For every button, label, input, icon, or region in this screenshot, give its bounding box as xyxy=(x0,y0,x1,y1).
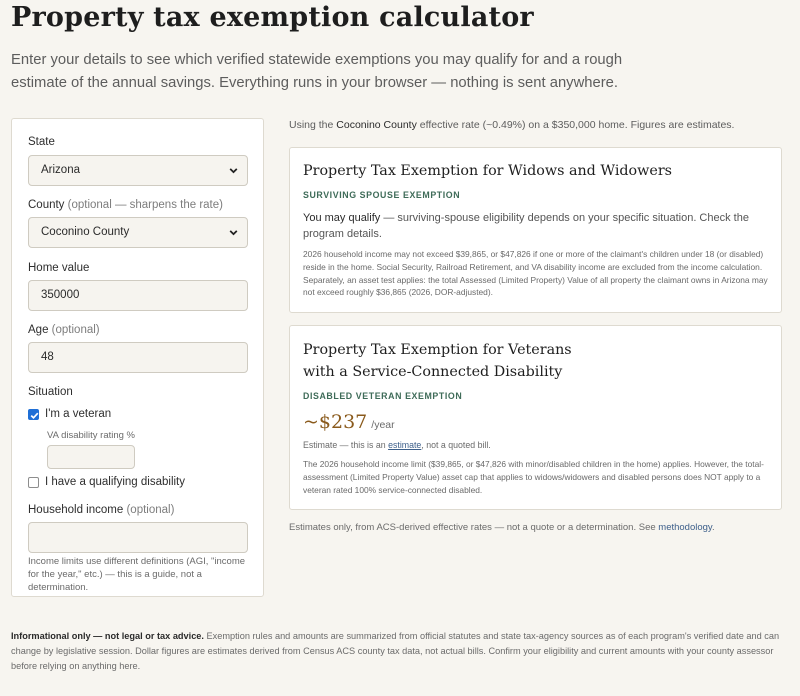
card-title-line1: Property Tax Exemption for Veterans xyxy=(303,342,572,358)
va-rating-label: VA disability rating % xyxy=(47,430,136,441)
rate-summary: Using the Coconino County effective rate… xyxy=(289,119,734,131)
estimates-note-prefix: Estimates only, from ACS-derived effecti… xyxy=(289,522,656,533)
estimate-link[interactable]: estimate xyxy=(388,440,421,450)
card-tag: SURVIVING SPOUSE EXEMPTION xyxy=(303,190,461,200)
card-detail-text: 2026 household income may not exceed $39… xyxy=(303,249,768,298)
checkmark-icon xyxy=(30,412,39,420)
card-title: Property Tax Exemption for Widows and Wi… xyxy=(303,163,673,179)
disability-checkbox[interactable] xyxy=(28,477,39,488)
chevron-down-icon xyxy=(229,168,238,174)
county-select-value: Coconino County xyxy=(41,226,130,238)
estimate-note-suffix: , not a quoted bill. xyxy=(421,440,491,450)
county-label-text: County xyxy=(28,199,65,211)
estimate-amount: ~$237/year xyxy=(303,411,395,433)
age-label: Age (optional) xyxy=(28,324,100,336)
county-label: County (optional — sharpens the rate) xyxy=(28,199,223,211)
county-select[interactable]: Coconino County xyxy=(28,217,248,248)
card-title-line2: with a Service-Connected Disability xyxy=(303,364,563,380)
estimate-note: Estimate — this is an estimate, not a qu… xyxy=(303,440,491,450)
chevron-down-icon xyxy=(229,230,238,236)
result-card-surviving-spouse: Property Tax Exemption for Widows and Wi… xyxy=(289,147,782,313)
disclaimer: Informational only — not legal or tax ad… xyxy=(11,629,786,674)
home-value-input[interactable]: 350000 xyxy=(28,280,248,311)
estimate-note-prefix: Estimate — this is an xyxy=(303,440,386,450)
card-eligibility-text: You may qualify — surviving-spouse eligi… xyxy=(303,210,773,242)
veteran-checkbox-label[interactable]: I'm a veteran xyxy=(45,408,111,420)
input-form-panel: State Arizona County (optional — sharpen… xyxy=(11,118,264,597)
card-tag: DISABLED VETERAN EXEMPTION xyxy=(303,391,463,401)
state-label: State xyxy=(28,136,55,148)
estimate-value: ~$237 xyxy=(303,411,368,433)
state-select[interactable]: Arizona xyxy=(28,155,248,186)
va-rating-input[interactable] xyxy=(47,445,135,469)
rate-prefix: Using the xyxy=(289,119,334,131)
household-income-label-hint: (optional) xyxy=(126,504,175,516)
household-income-input[interactable] xyxy=(28,522,248,553)
rate-county: Coconino County xyxy=(336,119,417,131)
home-value-label: Home value xyxy=(28,262,90,274)
card-detail-text: The 2026 household income limit ($39,865… xyxy=(303,459,764,495)
age-label-hint: (optional) xyxy=(51,324,100,336)
rate-suffix: effective rate (~0.49%) on a $350,000 ho… xyxy=(419,119,735,131)
disclaimer-lead: Informational only — not legal or tax ad… xyxy=(11,631,204,641)
page-title: Property tax exemption calculator xyxy=(11,2,534,33)
state-select-value: Arizona xyxy=(41,164,80,176)
methodology-link[interactable]: methodology xyxy=(658,522,712,533)
eligibility-strong: You may qualify xyxy=(303,212,381,224)
estimate-period: /year xyxy=(371,419,395,431)
county-label-hint: (optional — sharpens the rate) xyxy=(67,199,223,211)
age-input[interactable]: 48 xyxy=(28,342,248,373)
disability-checkbox-label[interactable]: I have a qualifying disability xyxy=(45,476,185,488)
result-card-disabled-veteran: Property Tax Exemption for Veterans with… xyxy=(289,325,782,510)
estimates-note: Estimates only, from ACS-derived effecti… xyxy=(289,522,715,533)
age-label-text: Age xyxy=(28,324,49,336)
household-income-label: Household income (optional) xyxy=(28,504,174,516)
intro-text: Enter your details to see which verified… xyxy=(11,52,623,91)
household-income-label-text: Household income xyxy=(28,504,124,516)
card-title: Property Tax Exemption for Veterans with… xyxy=(303,339,572,383)
estimates-note-suffix: . xyxy=(711,522,715,533)
veteran-checkbox[interactable] xyxy=(28,409,39,420)
situation-label: Situation xyxy=(28,386,73,398)
income-note: Income limits use different definitions … xyxy=(28,556,246,593)
